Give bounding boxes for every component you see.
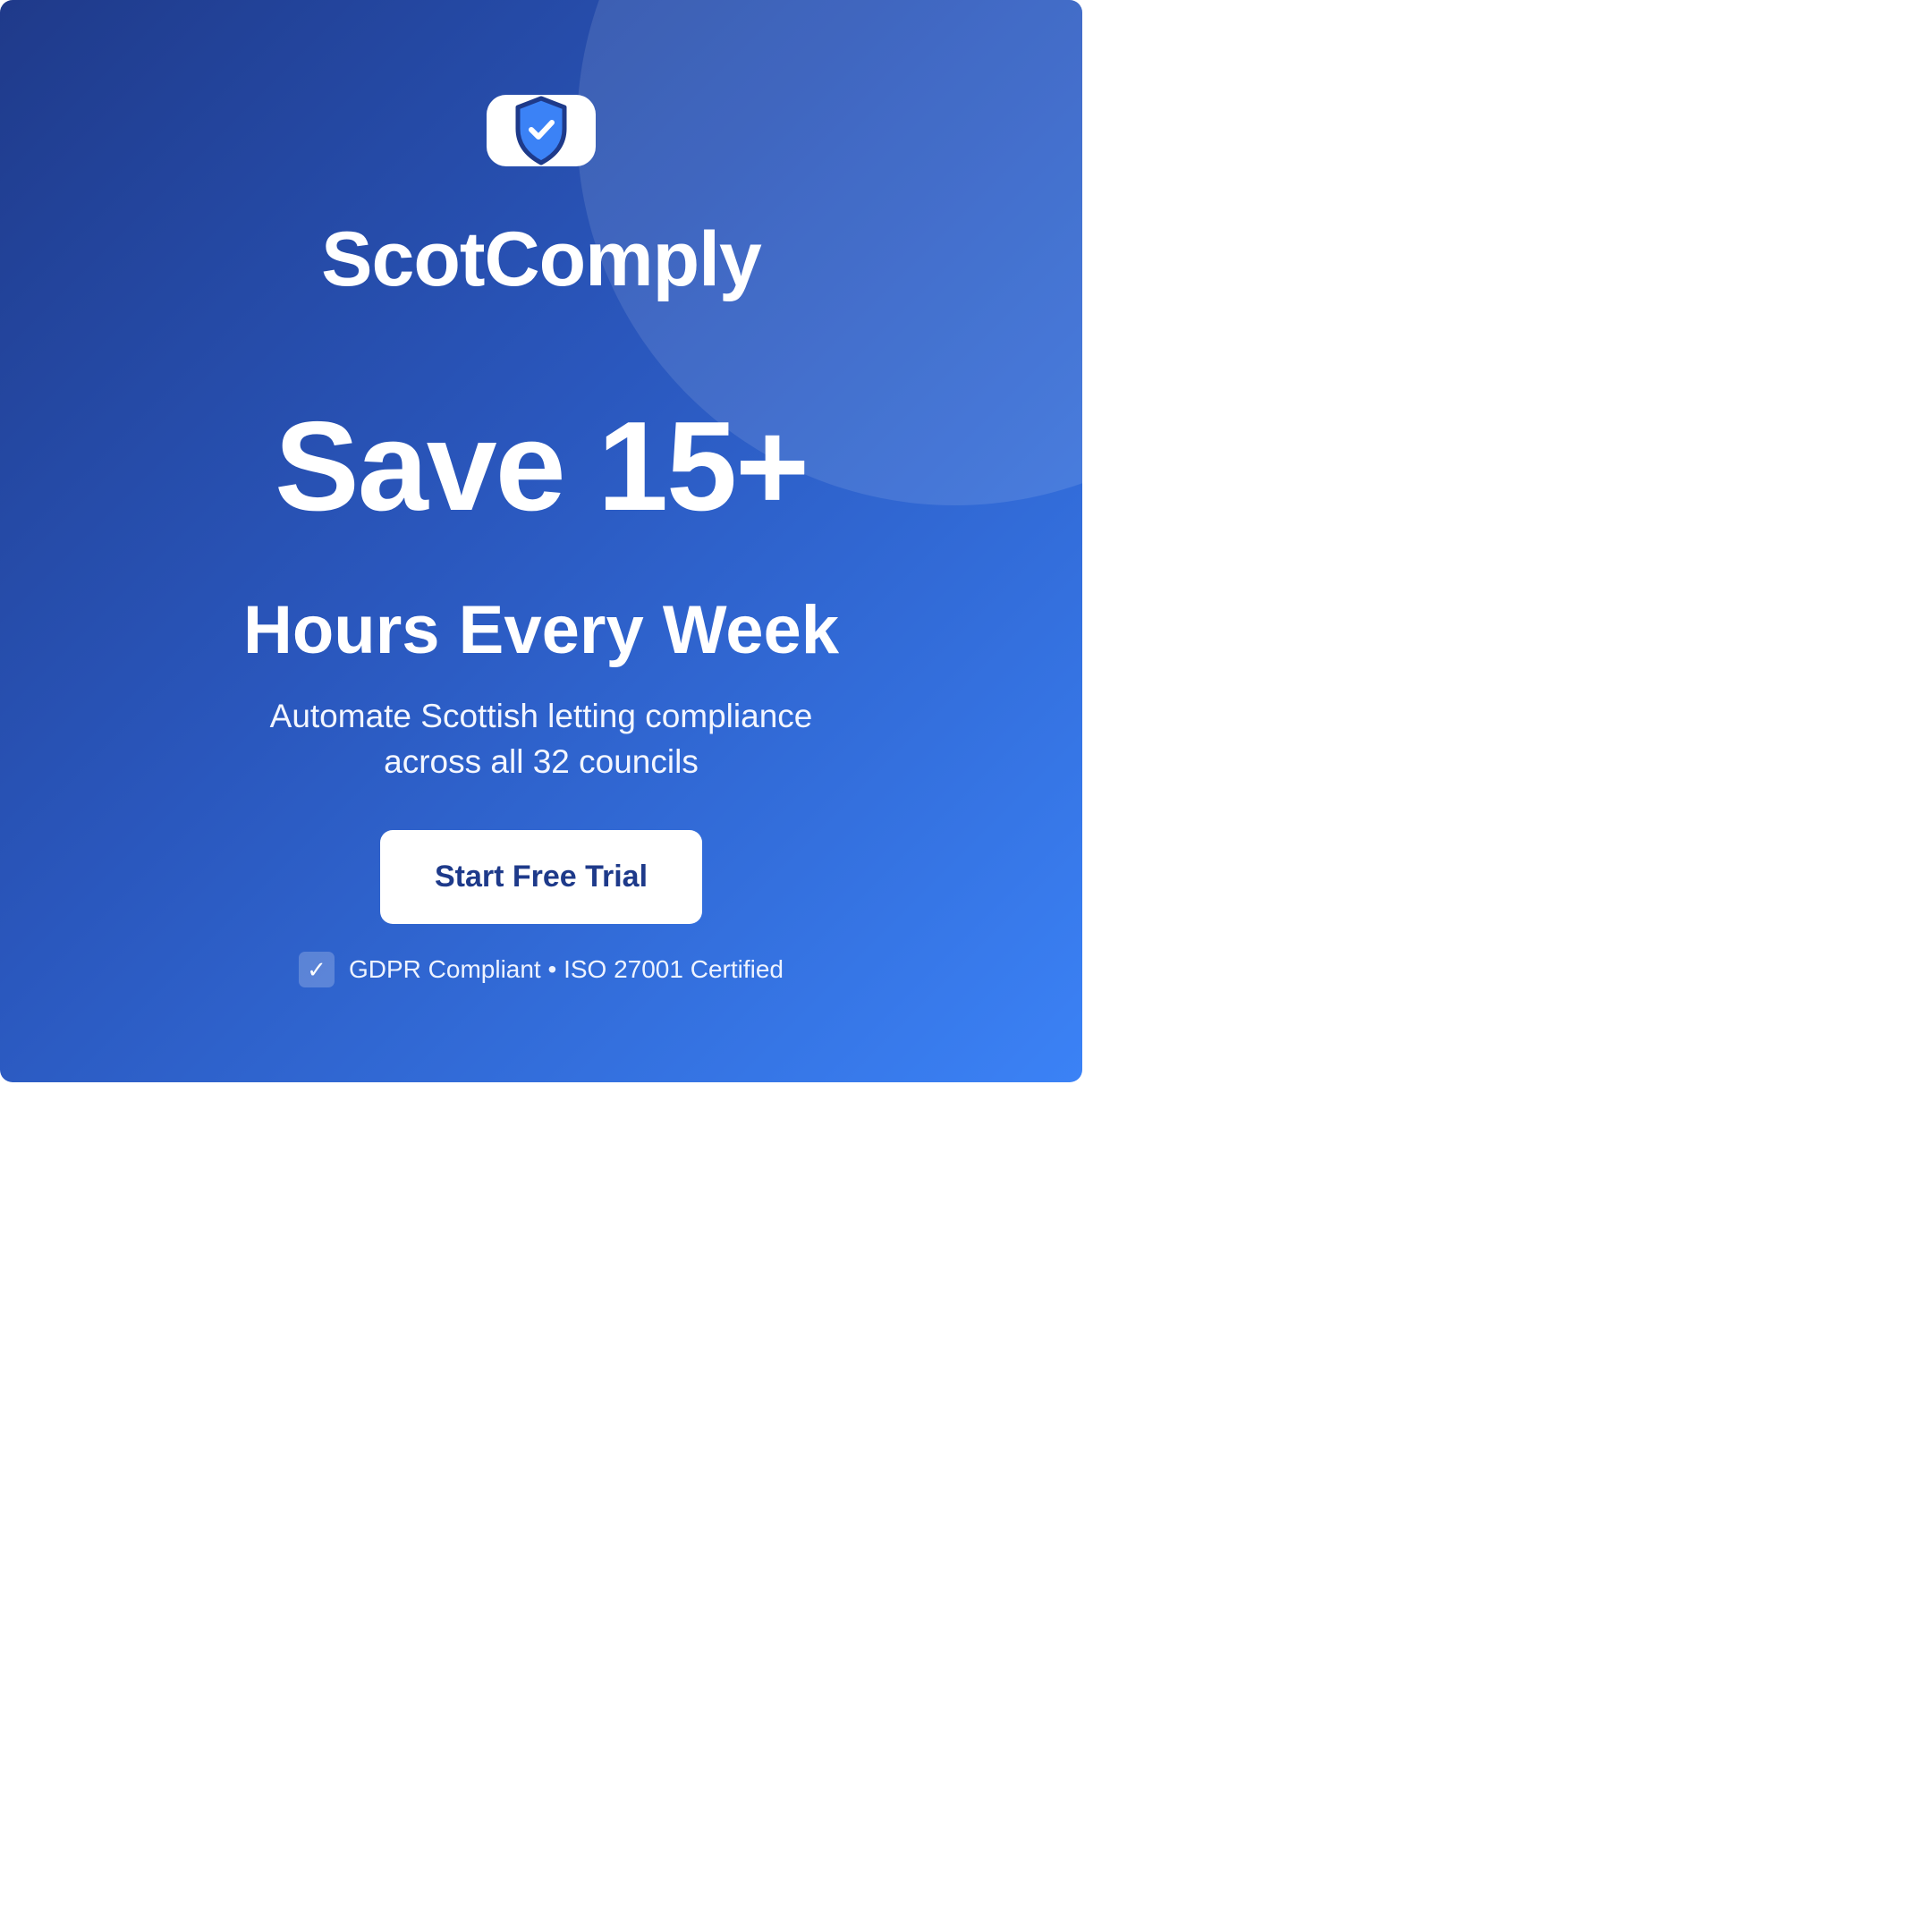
shield-check-icon	[515, 96, 567, 165]
brand-name: ScotComply	[321, 216, 762, 302]
hero-subheadline: Hours Every Week	[242, 592, 840, 668]
trust-badges: ✓ GDPR Compliant • ISO 27001 Certified	[0, 951, 1082, 988]
hero-tagline: Automate Scottish letting compliance acr…	[269, 698, 813, 780]
promo-card: ScotComply Save 15+ Hours Every Week Aut…	[0, 0, 1082, 1082]
start-free-trial-button[interactable]: Start Free Trial	[380, 830, 702, 924]
hero-headline: Save 15+	[275, 395, 809, 538]
checkmark-icon: ✓	[298, 952, 335, 987]
trust-text: GDPR Compliant • ISO 27001 Certified	[348, 955, 784, 983]
logo-badge	[487, 95, 596, 166]
